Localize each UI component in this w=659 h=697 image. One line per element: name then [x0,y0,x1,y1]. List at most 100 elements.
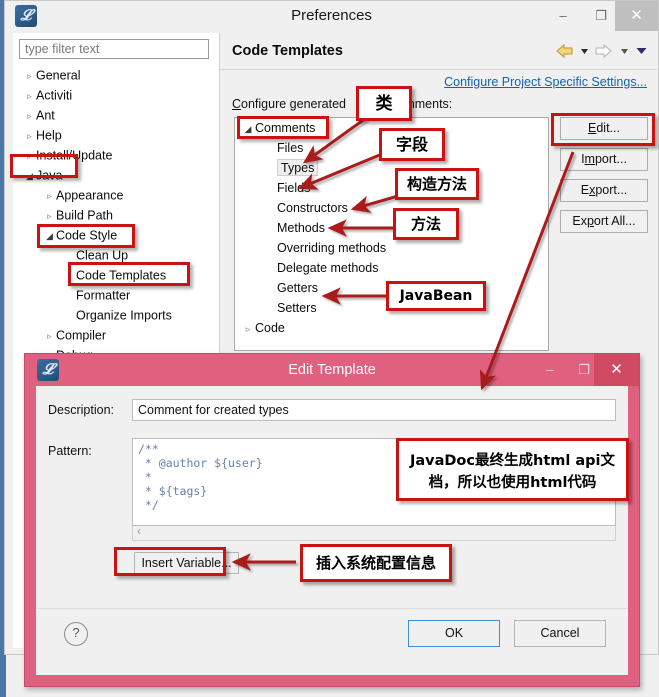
chevron-right-icon[interactable]: ▹ [23,86,36,106]
chevron-right-icon[interactable]: ▹ [23,106,36,126]
help-icon[interactable]: ? [64,622,88,646]
sidebar-item-help[interactable]: ▹ Help [13,125,219,145]
dialog-body: Description: Comment for created types P… [36,386,628,675]
generated-label-suffix: comments: [391,97,453,111]
template-tree-item-label: Comments [255,121,316,135]
template-tree-item-label: Overriding methods [277,241,387,255]
sidebar-item-label: Code Templates [76,268,167,283]
template-tree-item-label: Getters [277,281,318,295]
sidebar-item-general[interactable]: ▹ General [13,65,219,85]
dialog-titlebar: 𝓛 Edit Template – ❐ ✕ [25,354,639,386]
chevron-right-icon[interactable]: ▹ [43,186,56,206]
sidebar-item-appearance[interactable]: ▹ Appearance [13,185,219,205]
sidebar-item-label: Activiti [36,88,73,103]
pattern-editor[interactable]: ▲ /** * @author ${user} * * ${tags} */ [132,438,616,526]
template-tree-item-fields[interactable]: Fields [235,178,548,198]
forward-menu-chevron-down-icon[interactable] [619,44,630,61]
template-tree-item-overriding-methods[interactable]: Overriding methods [235,238,548,258]
sidebar-item-ant[interactable]: ▹ Ant [13,105,219,125]
ok-button[interactable]: OK [408,620,500,647]
sidebar-item-label: Appearance [56,188,124,203]
close-button[interactable]: ✕ [615,1,658,31]
sidebar-tree: ▹ General ▹ Activiti ▹ Ant ▹ Help ▹ Install/Updat… [13,65,219,365]
page-title: Code Templates [232,43,343,59]
template-tree-item-files[interactable]: Files [235,138,548,158]
import-button[interactable]: Import... [560,148,648,171]
insert-variable-button[interactable]: Insert Variable... [134,552,239,574]
sidebar-item-code-templates[interactable]: Code Templates [13,265,219,285]
configure-project-specific-settings-link[interactable]: Configure Project Specific Settings... [444,75,647,89]
chevron-right-icon[interactable]: ▹ [43,206,56,226]
filter-input[interactable]: type filter text [19,39,209,59]
cancel-button[interactable]: Cancel [514,620,606,647]
description-input[interactable]: Comment for created types [132,399,616,421]
chevron-down-icon[interactable]: ◢ [43,226,56,246]
sidebar-item-clean-up[interactable]: Clean Up [13,245,219,265]
scroll-up-icon[interactable]: ▲ [601,440,614,453]
sidebar-item-label: Formatter [76,288,131,303]
generated-label-text: onfigure generated [241,97,346,111]
chevron-right-icon[interactable]: ▹ [241,319,255,339]
description-label: Description: [48,403,114,417]
generated-label-mnemonic: C [232,97,242,111]
template-tree-item-label: Code [255,321,285,335]
sidebar-item-label: Java [36,168,63,183]
template-actions: Edit... Import... Export... Export All..… [560,117,650,241]
back-arrow-icon[interactable] [555,43,574,62]
sidebar-item-label: General [36,68,81,83]
export-all-button[interactable]: Export All... [560,210,648,233]
minimize-button[interactable]: – [544,1,582,31]
template-tree-item-comments[interactable]: ◢ Comments [235,118,548,138]
export-button[interactable]: Export... [560,179,648,202]
scroll-left-icon[interactable]: ‹ [137,524,141,538]
pattern-label: Pattern: [48,444,92,458]
template-tree-item-label: Fields [277,181,311,195]
template-tree-item-setters[interactable]: Setters [235,298,548,318]
view-menu-chevron-down-icon[interactable] [635,44,648,61]
template-tree-item-label: Delegate methods [277,261,379,275]
back-menu-chevron-down-icon[interactable] [579,44,590,61]
sidebar-item-build-path[interactable]: ▹ Build Path [13,205,219,225]
template-tree-item-label: Constructors [277,201,348,215]
template-tree-item-label: Methods [277,221,325,235]
template-tree-item-code[interactable]: ▹ Code [235,318,548,338]
template-tree-item-types[interactable]: Types [235,158,548,178]
sidebar-item-label: Ant [36,108,55,123]
sidebar-item-label: Install/Update [36,148,113,163]
edit-button[interactable]: Edit... [560,117,648,140]
template-tree-item-label: Files [277,141,304,155]
sidebar-item-label: Build Path [56,208,113,223]
sidebar-item-compiler[interactable]: ▹ Compiler [13,325,219,345]
sidebar-item-java[interactable]: ◢ Java [13,165,219,185]
chevron-right-icon[interactable]: ▹ [23,146,36,166]
header-divider [220,69,657,70]
chevron-right-icon[interactable]: ▹ [23,126,36,146]
template-tree-item-getters[interactable]: Getters [235,278,548,298]
template-tree-item-label: Types [277,159,319,176]
sidebar-item-formatter[interactable]: Formatter [13,285,219,305]
template-tree[interactable]: ◢ Comments Files Types Fields Constructors Met… [234,117,549,351]
dialog-close-button[interactable]: ✕ [594,354,639,386]
forward-arrow-icon [595,43,613,62]
chevron-right-icon[interactable]: ▹ [23,66,36,86]
sidebar-item-code-style[interactable]: ◢ Code Style [13,225,219,245]
sidebar-item-label: Clean Up [76,248,129,263]
generated-comments-label: Configure generated comments: [232,97,452,111]
chevron-down-icon[interactable]: ◢ [241,119,255,139]
sidebar-item-organize-imports[interactable]: Organize Imports [13,305,219,325]
template-tree-item-methods[interactable]: Methods [235,218,548,238]
sidebar-item-label: Organize Imports [76,308,172,323]
window-titlebar: 𝓛 Preferences – ❐ ✕ [5,1,658,31]
pattern-text: /** * @author ${user} * * ${tags} */ [138,442,263,512]
sidebar-item-label: Help [36,128,62,143]
dialog-minimize-button[interactable]: – [533,354,567,386]
sidebar-item-install-update[interactable]: ▹ Install/Update [13,145,219,165]
navigation-toolbar [555,43,649,63]
template-tree-item-constructors[interactable]: Constructors [235,198,548,218]
sidebar-item-activiti[interactable]: ▹ Activiti [13,85,219,105]
pattern-horizontal-scrollbar[interactable]: ‹ [132,524,616,541]
chevron-down-icon[interactable]: ◢ [23,166,36,186]
chevron-right-icon[interactable]: ▹ [43,326,56,346]
template-tree-item-delegate-methods[interactable]: Delegate methods [235,258,548,278]
dialog-divider [36,608,628,609]
